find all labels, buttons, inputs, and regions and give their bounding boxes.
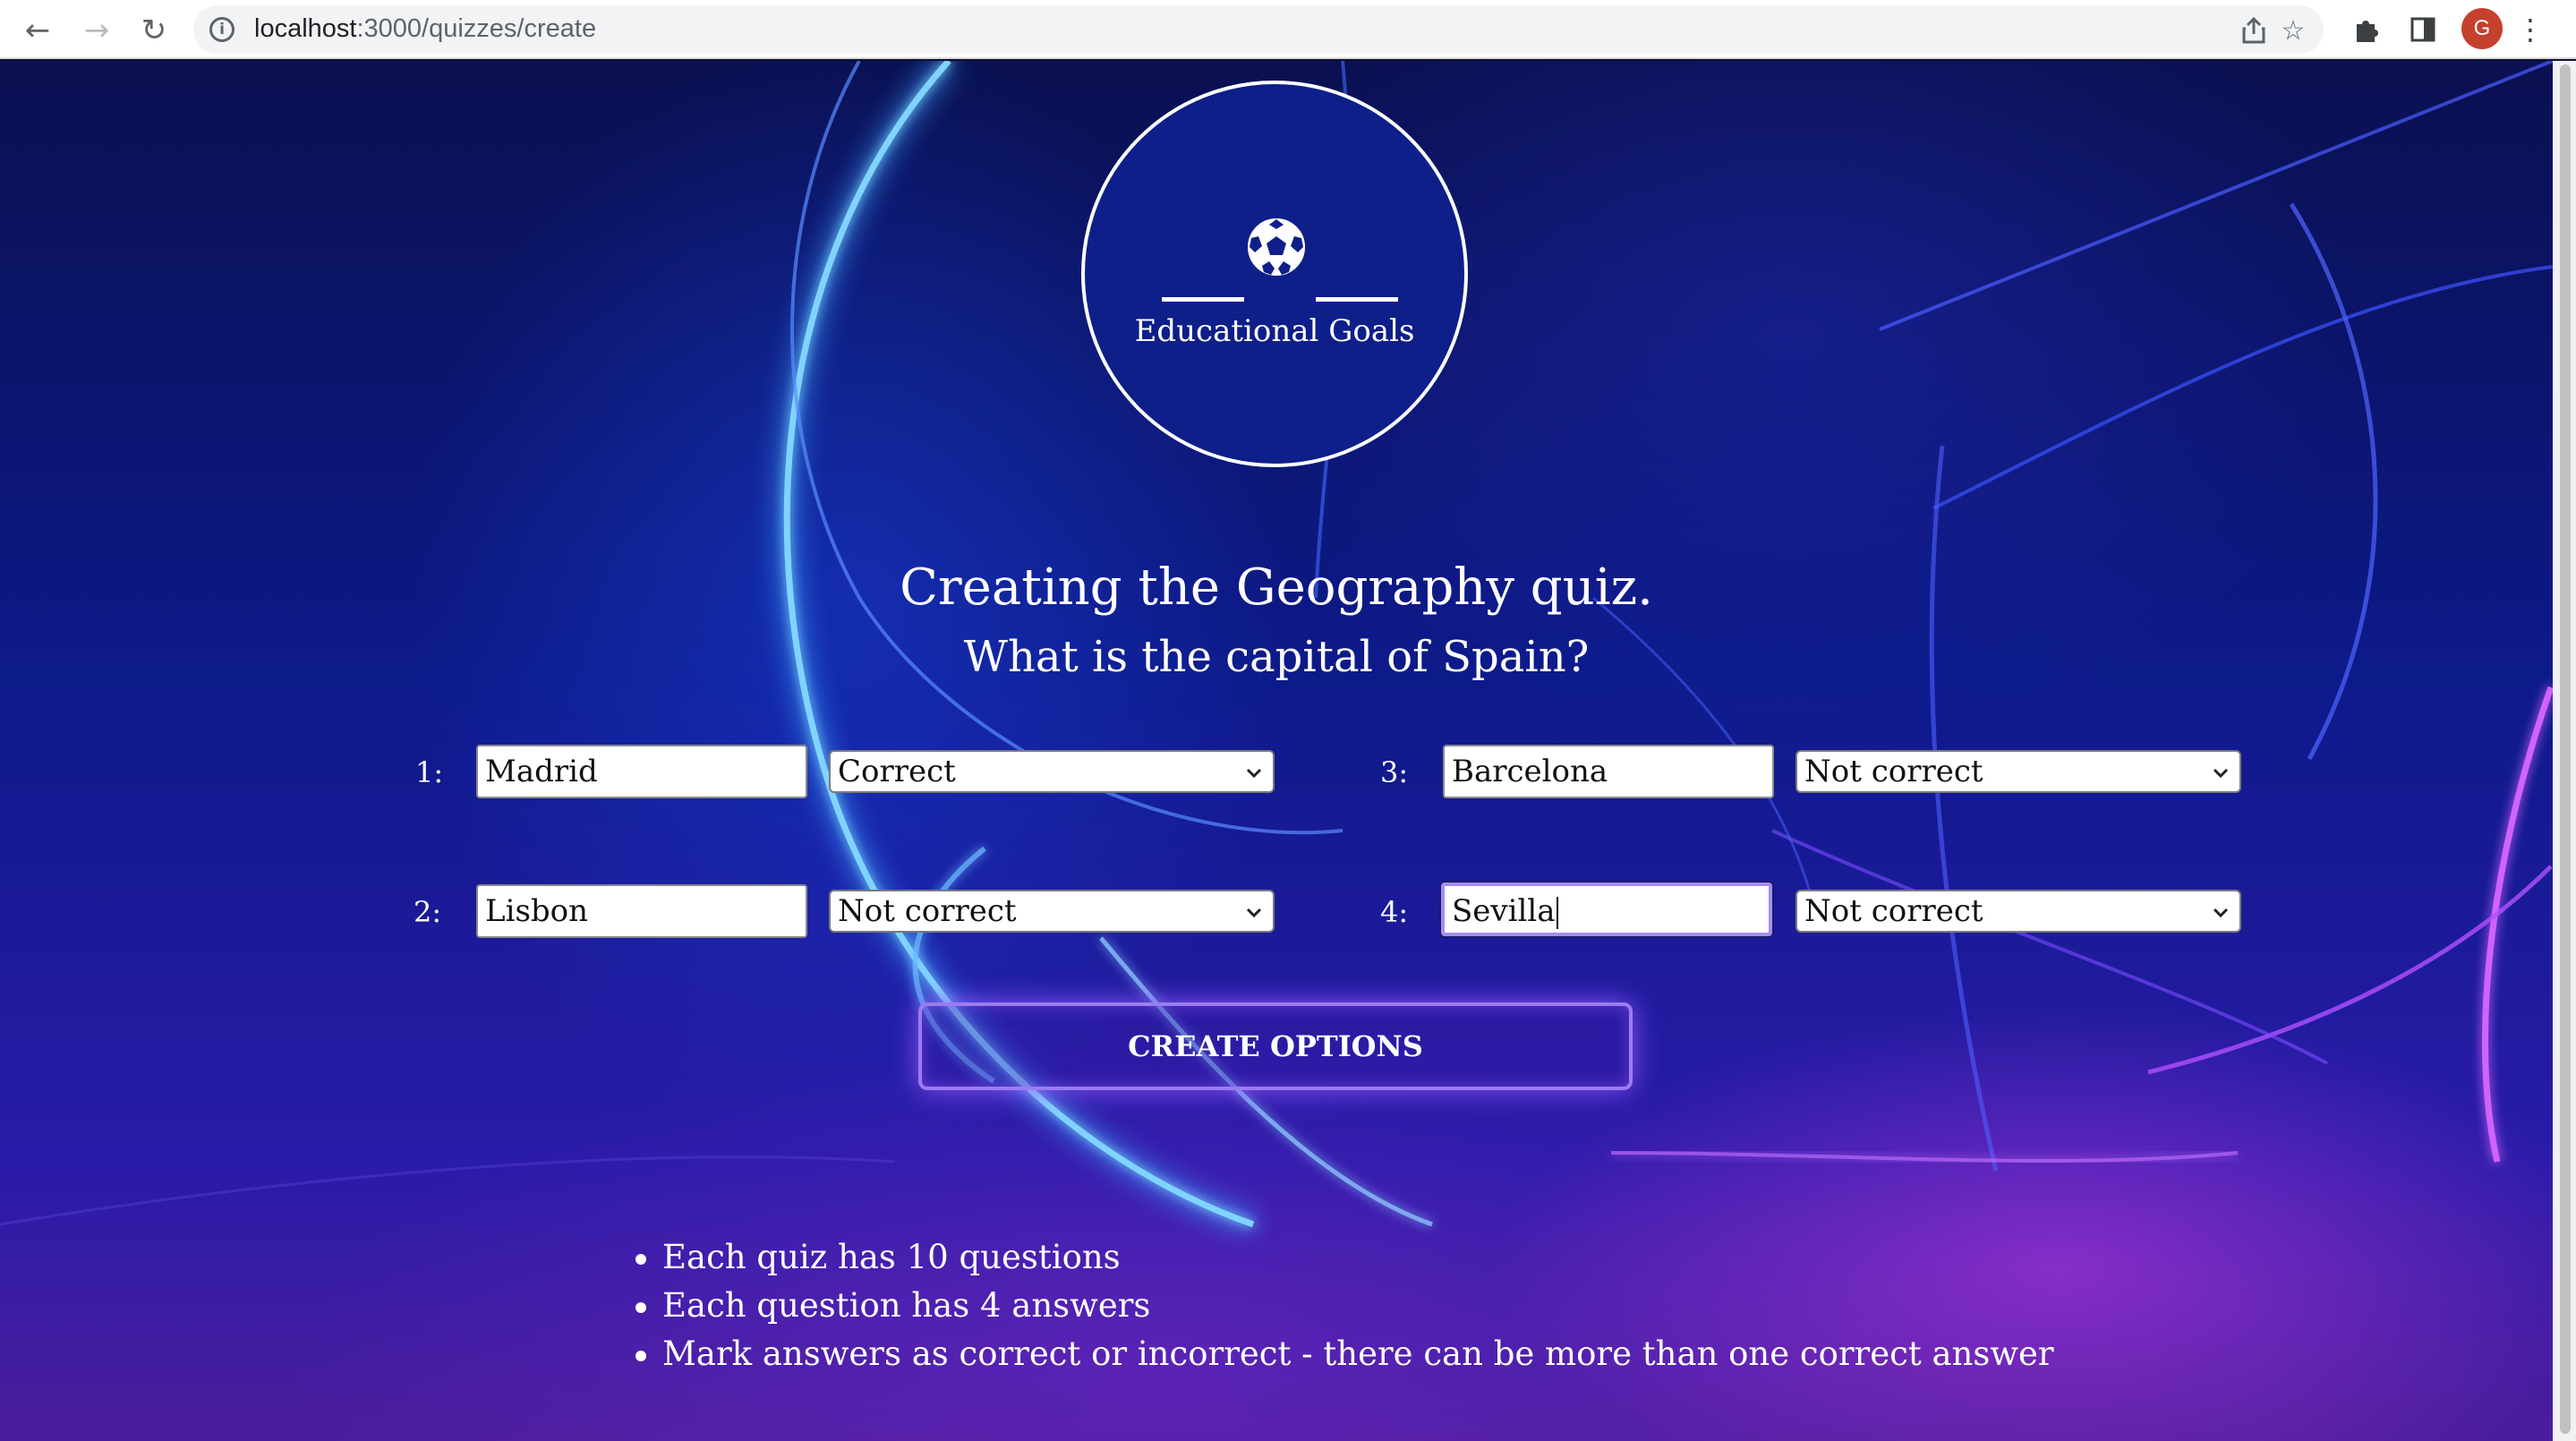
browser-toolbar: ← → ↻ i localhost:3000/quizzes/create ☆ … (0, 0, 2576, 59)
answer-2-input[interactable]: Lisbon (476, 884, 807, 938)
answer-3-status-select[interactable]: Not correct (1796, 750, 2241, 793)
answer-4-input[interactable]: Sevilla (1441, 883, 1772, 936)
answer-1-status-select[interactable]: Correct (829, 750, 1275, 793)
answer-1-number: 1: (415, 755, 444, 789)
bookmark-star-icon[interactable]: ☆ (2275, 13, 2311, 48)
logo-right-line (1316, 297, 1398, 302)
rule-item: Each quiz has 10 questions (627, 1233, 2054, 1282)
answer-2-status-select[interactable]: Not correct (829, 890, 1275, 933)
educational-goals-logo[interactable]: Educational Goals (1081, 81, 1468, 467)
more-menu-icon[interactable]: ⋮ (2516, 9, 2545, 50)
answer-4-status-value: Not correct (1804, 893, 1983, 929)
chevron-down-icon (1246, 908, 1262, 918)
forward-arrow-icon[interactable]: → (77, 11, 116, 50)
text-caret (1556, 897, 1558, 929)
answer-1-input[interactable]: Madrid (476, 745, 807, 798)
answer-1-status-value: Correct (838, 754, 956, 789)
logo-left-line (1162, 297, 1244, 302)
reload-icon[interactable]: ↻ (134, 11, 174, 50)
rule-item: Each question has 4 answers (627, 1282, 2054, 1330)
soccer-ball-icon (1248, 218, 1305, 276)
address-bar[interactable]: i localhost:3000/quizzes/create ☆ (193, 5, 2324, 54)
answer-3-input[interactable]: Barcelona (1443, 745, 1774, 798)
answer-2-status-value: Not correct (838, 893, 1017, 929)
answer-2-number: 2: (414, 895, 442, 929)
quiz-rules-list: Each quiz has 10 questions Each question… (627, 1233, 2054, 1378)
create-options-button[interactable]: CREATE OPTIONS (918, 1002, 1633, 1090)
url-host: localhost (254, 14, 357, 43)
scrollbar-thumb[interactable] (2560, 64, 2571, 1434)
chevron-down-icon (1246, 768, 1262, 779)
side-panel-icon[interactable] (2402, 9, 2444, 50)
answer-4-input-value: Sevilla (1452, 893, 1556, 929)
question-text: What is the capital of Spain? (963, 632, 1590, 682)
profile-avatar[interactable]: G (2461, 8, 2503, 49)
answer-3-status-value: Not correct (1804, 754, 1983, 789)
logo-text: Educational Goals (1134, 313, 1415, 349)
answer-4-number: 4: (1380, 895, 1409, 929)
url-text[interactable]: localhost:3000/quizzes/create (254, 14, 596, 44)
back-arrow-icon[interactable]: ← (18, 11, 57, 50)
answer-3-number: 3: (1380, 755, 1409, 789)
share-icon[interactable] (2236, 13, 2272, 48)
url-path: :3000/quizzes/create (356, 14, 597, 43)
page-scrollbar[interactable] (2553, 61, 2576, 1441)
extensions-puzzle-icon[interactable] (2345, 9, 2386, 50)
answer-4-status-select[interactable]: Not correct (1796, 890, 2241, 933)
page-title: Creating the Geography quiz. (900, 558, 1653, 617)
rule-item: Mark answers as correct or incorrect - t… (627, 1330, 2054, 1378)
site-info-icon[interactable]: i (209, 17, 235, 42)
page-content: Educational Goals Creating the Geography… (0, 61, 2553, 1441)
chevron-down-icon (2213, 768, 2229, 779)
chevron-down-icon (2213, 908, 2229, 918)
